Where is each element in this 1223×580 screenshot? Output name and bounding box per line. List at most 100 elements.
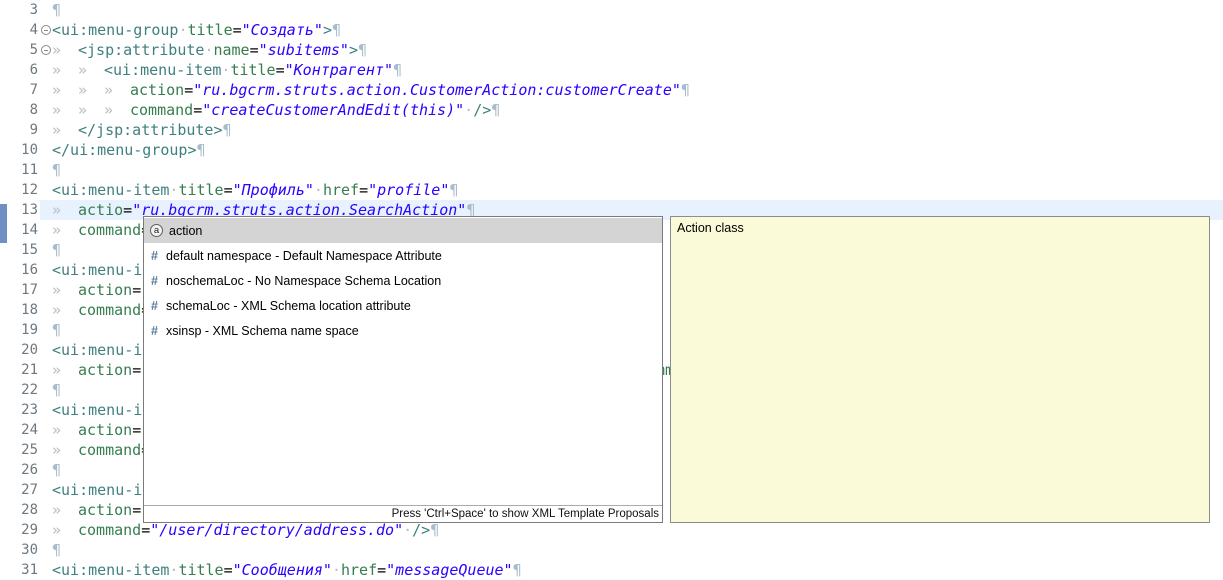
code-token: » bbox=[52, 520, 78, 540]
code-token: = bbox=[250, 41, 259, 59]
code-token: "createCustomerAndEdit(this)" bbox=[202, 101, 464, 119]
completion-item[interactable]: #noschemaLoc - No Namespace Schema Locat… bbox=[144, 268, 662, 293]
code-token: title bbox=[230, 61, 275, 79]
line-number: 12 bbox=[0, 180, 40, 200]
code-line[interactable]: <ui:menu-item·title="Сообщения"·href="me… bbox=[52, 560, 1223, 580]
line-number: 25 bbox=[0, 440, 40, 460]
code-token: title bbox=[178, 561, 223, 579]
completion-item[interactable]: # schemaLoc - XML Schema location attribu… bbox=[144, 293, 662, 318]
line-number: 21 bbox=[0, 360, 40, 380]
code-token: action bbox=[78, 501, 132, 519]
code-token: » bbox=[52, 280, 78, 300]
code-line[interactable]: <ui:menu-group·title="Создать">¶ bbox=[52, 20, 1223, 40]
editor-line: 9 »</jsp:attribute>¶ bbox=[0, 120, 1223, 140]
code-token: · bbox=[403, 521, 412, 539]
completion-label: xsinsp - XML Schema name space bbox=[166, 324, 359, 338]
code-token: command bbox=[78, 521, 141, 539]
fold-column bbox=[40, 80, 52, 100]
code-token: = bbox=[184, 81, 193, 99]
code-token: title bbox=[187, 21, 232, 39]
code-line[interactable]: ¶ bbox=[52, 160, 1223, 180]
completion-label: default namespace - Default Namespace At… bbox=[166, 249, 442, 263]
code-token: ¶ bbox=[332, 21, 341, 39]
code-token: = bbox=[132, 421, 141, 439]
popup-status-hint: Press 'Ctrl+Space' to show XML Template … bbox=[144, 505, 662, 522]
code-token: = bbox=[193, 101, 202, 119]
code-token: action bbox=[78, 361, 132, 379]
code-token: · bbox=[314, 181, 323, 199]
line-number: 23 bbox=[0, 400, 40, 420]
line-number: 19 bbox=[0, 320, 40, 340]
editor-line: 31<ui:menu-item·title="Сообщения"·href="… bbox=[0, 560, 1223, 580]
code-token: » bbox=[104, 100, 130, 120]
code-token: » bbox=[52, 60, 78, 80]
code-token: <jsp:attribute bbox=[78, 41, 204, 59]
code-token: actio bbox=[78, 201, 123, 219]
code-token: » bbox=[52, 120, 78, 140]
code-token: action bbox=[78, 281, 132, 299]
fold-column bbox=[40, 440, 52, 460]
fold-column bbox=[40, 560, 52, 580]
editor-line: 4<ui:menu-group·title="Создать">¶ bbox=[0, 20, 1223, 40]
code-token: ¶ bbox=[52, 381, 61, 399]
fold-column bbox=[40, 140, 52, 160]
code-line[interactable]: »command="/user/directory/address.do"·/>… bbox=[52, 520, 1223, 540]
code-token: <ui:menu-group bbox=[52, 21, 178, 39]
current-range-indicator bbox=[0, 204, 7, 243]
line-number: 22 bbox=[0, 380, 40, 400]
code-line[interactable]: »</jsp:attribute>¶ bbox=[52, 120, 1223, 140]
namespace-proposal-icon: # bbox=[148, 299, 161, 313]
completion-item[interactable]: aaction bbox=[144, 218, 662, 243]
editor-line: 7»»»action="ru.bgcrm.struts.action.Custo… bbox=[0, 80, 1223, 100]
code-token: "Создать" bbox=[242, 21, 323, 39]
code-token: ¶ bbox=[223, 121, 232, 139]
editor-line: 12<ui:menu-item·title="Профиль"·href="pr… bbox=[0, 180, 1223, 200]
fold-column bbox=[40, 480, 52, 500]
code-token: » bbox=[52, 300, 78, 320]
code-token: = bbox=[359, 181, 368, 199]
line-number: 29 bbox=[0, 520, 40, 540]
line-number: 31 bbox=[0, 560, 40, 580]
code-line[interactable]: »»<ui:menu-item·title="Контрагент"¶ bbox=[52, 60, 1223, 80]
line-number: 30 bbox=[0, 540, 40, 560]
editor-line: 29 »command="/user/directory/address.do"·… bbox=[0, 520, 1223, 540]
line-number: 9 bbox=[0, 120, 40, 140]
code-line[interactable]: ¶ bbox=[52, 540, 1223, 560]
fold-column bbox=[40, 500, 52, 520]
fold-collapse-icon[interactable] bbox=[41, 45, 51, 55]
code-token: ¶ bbox=[430, 521, 439, 539]
code-token: href bbox=[341, 561, 377, 579]
code-line[interactable]: ¶ bbox=[52, 0, 1223, 20]
code-token: > bbox=[323, 21, 332, 39]
line-number: 8 bbox=[0, 100, 40, 120]
code-line[interactable]: »»»action="ru.bgcrm.struts.action.Custom… bbox=[52, 80, 1223, 100]
line-number: 24 bbox=[0, 420, 40, 440]
code-line[interactable]: »<jsp:attribute·name="subitems">¶ bbox=[52, 40, 1223, 60]
namespace-proposal-icon: # bbox=[148, 324, 161, 338]
code-line[interactable]: »»»command="createCustomerAndEdit(this)"… bbox=[52, 100, 1223, 120]
completion-label: action bbox=[169, 224, 202, 238]
code-token: » bbox=[52, 440, 78, 460]
fold-column bbox=[40, 160, 52, 180]
line-number: 10 bbox=[0, 140, 40, 160]
fold-collapse-icon[interactable] bbox=[41, 25, 51, 35]
fold-column bbox=[40, 220, 52, 240]
fold-column bbox=[40, 40, 52, 60]
code-token: = bbox=[224, 561, 233, 579]
fold-column bbox=[40, 280, 52, 300]
code-token: name bbox=[213, 41, 249, 59]
editor-line: 8 »»»command="createCustomerAndEdit(this)… bbox=[0, 100, 1223, 120]
completion-label: schemaLoc - XML Schema location attribut… bbox=[166, 299, 411, 313]
code-token: title bbox=[178, 181, 223, 199]
completion-item[interactable]: #default namespace - Default Namespace A… bbox=[144, 243, 662, 268]
fold-column bbox=[40, 60, 52, 80]
code-line[interactable]: <ui:menu-item·title="Профиль"·href="prof… bbox=[52, 180, 1223, 200]
code-line[interactable]: </ui:menu-group>¶ bbox=[52, 140, 1223, 160]
code-token: action bbox=[78, 421, 132, 439]
code-token: "profile" bbox=[368, 181, 449, 199]
line-number: 26 bbox=[0, 460, 40, 480]
completion-item[interactable]: # xsinsp - XML Schema name space bbox=[144, 318, 662, 343]
fold-column bbox=[40, 120, 52, 140]
code-token: · bbox=[332, 561, 341, 579]
code-token: = bbox=[377, 561, 386, 579]
